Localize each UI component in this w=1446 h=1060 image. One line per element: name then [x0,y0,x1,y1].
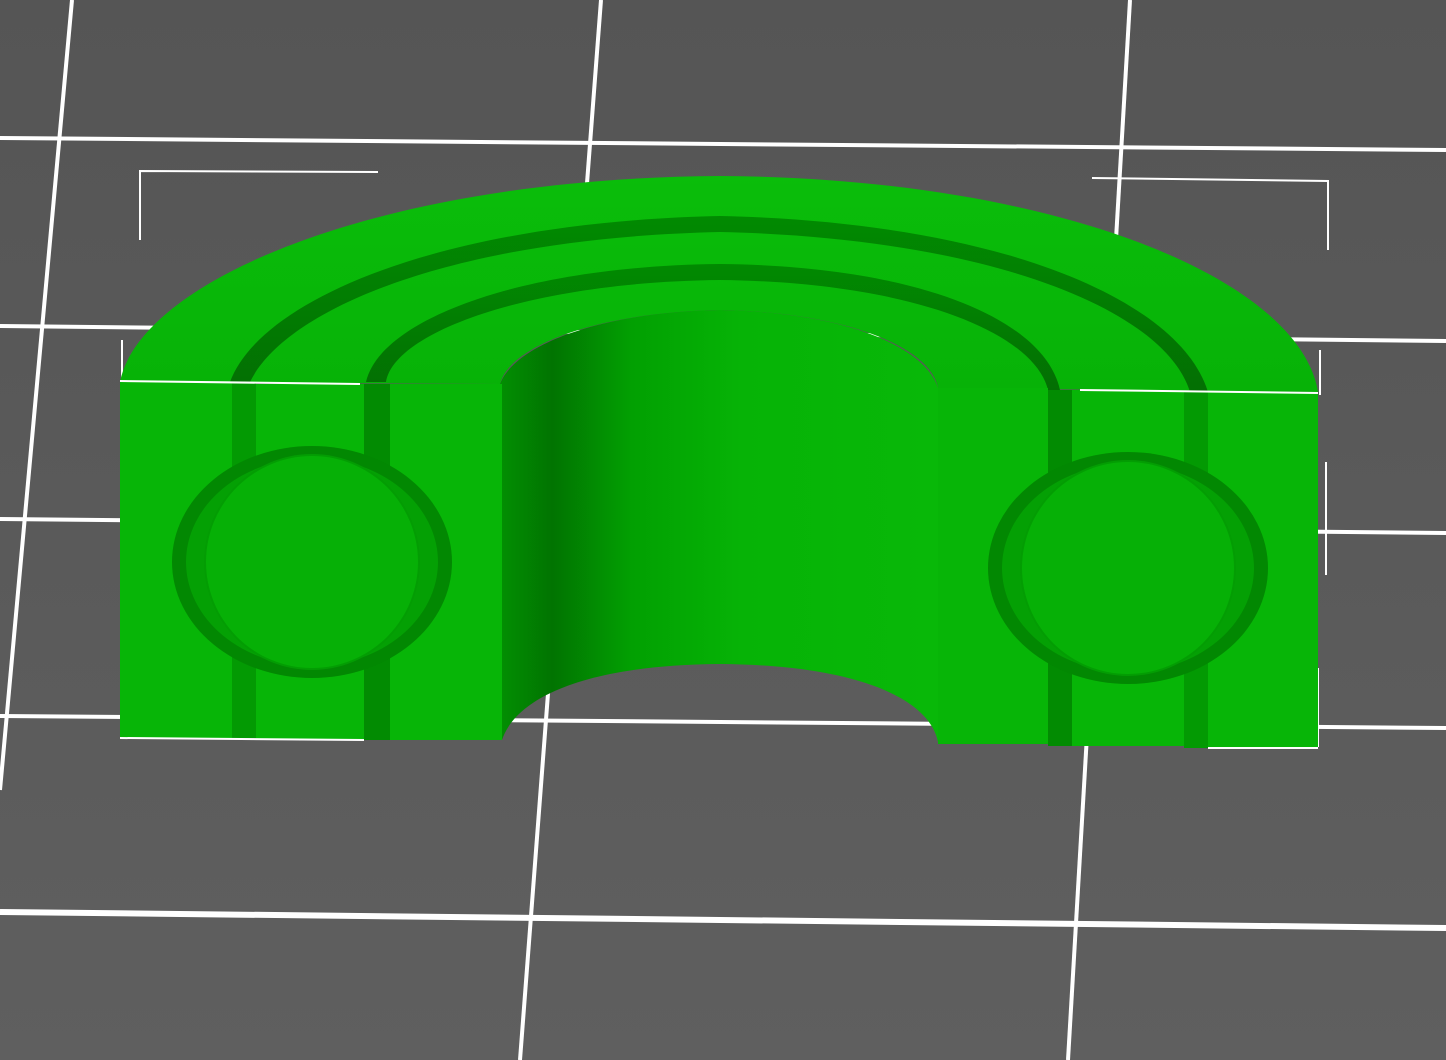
outer-ring-right-inner-strip-bottom [1072,690,1184,746]
inner-ring-right-strip-top [938,388,1048,448]
outer-ring-left-inner-strip-top [256,384,364,442]
scene-canvas[interactable] [0,0,1446,1060]
inner-ring-right-strip-bottom [938,686,1048,744]
inner-ring-left-strip-bottom [390,680,502,740]
bearing-model[interactable] [119,176,1319,749]
outer-ring-right-strip-bottom [1208,668,1318,748]
3d-viewport[interactable] [0,0,1446,1060]
outer-ring-right-inner-strip-top [1072,390,1184,446]
left-ball-front [206,456,418,668]
inner-ring-left-strip-top [390,384,502,444]
outer-ring-left-strip-side [120,382,172,738]
outer-ring-right-strip-top [1208,392,1318,466]
outer-ring-left-inner-strip-bottom [256,682,364,740]
right-ball-front [1022,462,1234,674]
